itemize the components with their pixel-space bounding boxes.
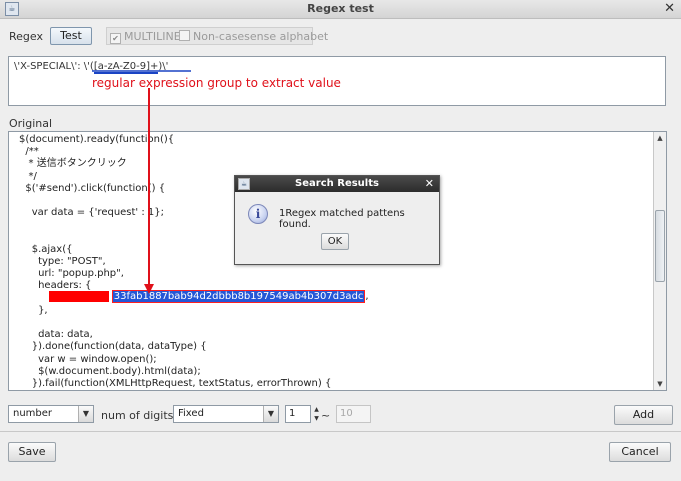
footer-divider [0, 431, 681, 432]
type-select-value: number [13, 408, 53, 419]
type-select[interactable]: number ▼ [8, 405, 94, 423]
dialog-title: Search Results [295, 178, 379, 189]
cancel-button[interactable]: Cancel [609, 442, 671, 462]
chevron-down-icon[interactable]: ▼ [78, 406, 93, 422]
close-icon[interactable]: ✕ [425, 177, 434, 190]
num-digits-label: num of digits [101, 409, 174, 422]
dialog-message: 1Regex matched pattens found. [279, 208, 405, 230]
search-results-dialog: ☕ Search Results ✕ i 1Regex matched patt… [234, 175, 440, 265]
mode-select[interactable]: Fixed ▼ [173, 405, 279, 423]
spin-up-icon[interactable]: ▲ [312, 405, 321, 414]
chevron-down-icon[interactable]: ▼ [263, 406, 278, 422]
max-digits-input[interactable]: 10 [336, 405, 371, 423]
spin-down-icon[interactable]: ▼ [312, 414, 321, 423]
mode-select-value: Fixed [178, 408, 204, 419]
digits-spinner[interactable]: ▲ ▼ [312, 405, 321, 423]
info-icon: i [248, 204, 268, 224]
add-button[interactable]: Add [614, 405, 673, 425]
ok-button[interactable]: OK [321, 233, 349, 250]
save-button[interactable]: Save [8, 442, 56, 462]
tilde-label: ~ [321, 409, 331, 422]
dialog-titlebar: ☕ Search Results ✕ [235, 176, 439, 192]
digits-input[interactable]: 1 [285, 405, 311, 423]
